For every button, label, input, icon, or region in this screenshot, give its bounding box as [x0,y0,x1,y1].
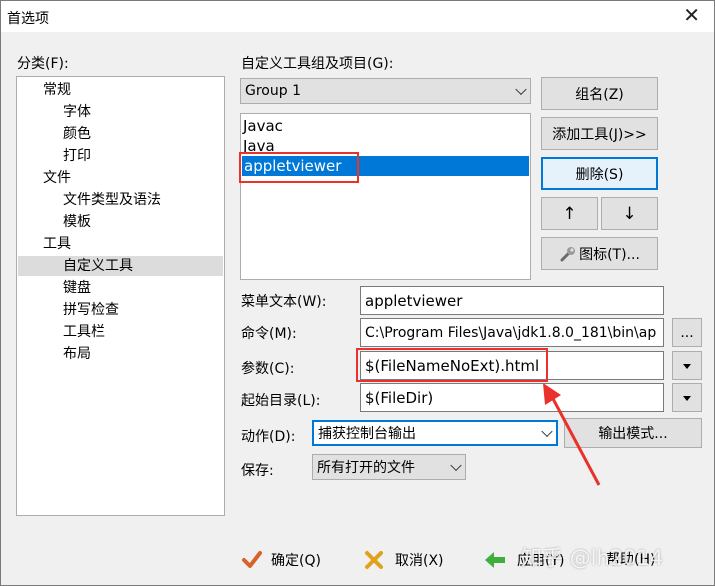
tool-list[interactable]: Javac Java appletviewer [240,113,531,280]
tree-item-templates[interactable]: 模板 [63,212,91,232]
action-select[interactable]: 捕获控制台输出 [312,420,558,446]
chevron-down-icon [515,83,527,96]
close-icon[interactable]: ✕ [683,4,700,26]
startdir-dropdown-button[interactable] [672,383,702,412]
tree-item-color[interactable]: 颜色 [63,124,91,144]
chevron-down-icon [450,459,462,472]
add-tool-button[interactable]: 添加工具(J)>> [541,117,658,150]
ok-button[interactable]: 确定(Q) [241,549,321,571]
params-label: 参数(C): [241,361,295,377]
save-label: 保存: [241,463,274,479]
icon-button[interactable]: 图标(T)... [541,237,658,270]
group-select-value: Group 1 [245,83,301,99]
arrow-left-icon [485,552,505,568]
icon-button-label: 图标(T)... [579,246,640,263]
triangle-down-icon [683,363,691,369]
cancel-button-label: 取消(X) [395,553,444,569]
tree-item-general[interactable]: 常规 [43,80,71,100]
tree-item-print[interactable]: 打印 [63,146,91,166]
annotation-box-params [356,348,548,382]
tree-item-spellcheck[interactable]: 拼写检查 [63,300,119,320]
tree-item-font[interactable]: 字体 [63,102,91,122]
checkmark-icon [242,551,262,568]
category-label: 分类(F): [17,56,69,72]
watermark: 知乎 @lh2014 [521,546,664,570]
action-select-value: 捕获控制台输出 [318,426,416,442]
params-dropdown-button[interactable] [672,351,702,380]
move-down-button[interactable]: ↓ [601,197,658,230]
annotation-arrow [543,383,601,486]
menu-text-input[interactable]: appletviewer [360,286,664,315]
tree-item-keyboard[interactable]: 键盘 [63,278,91,298]
ok-button-label: 确定(Q) [271,553,321,569]
x-icon [365,551,383,569]
window-title: 首选项 [7,11,49,27]
wrench-icon [560,246,576,261]
save-select[interactable]: 所有打开的文件 [312,454,466,480]
delete-button[interactable]: 删除(S) [541,157,658,190]
command-label: 命令(M): [241,326,297,342]
tree-item-filetypes[interactable]: 文件类型及语法 [63,190,161,210]
tree-item-file[interactable]: 文件 [43,168,71,188]
command-input[interactable]: C:\Program Files\Java\jdk1.8.0_181\bin\a… [360,318,664,347]
group-name-button[interactable]: 组名(Z) [541,77,658,110]
action-label: 动作(D): [241,429,296,445]
cancel-button[interactable]: 取消(X) [363,549,444,571]
category-tree[interactable]: 常规 字体 颜色 打印 文件 文件类型及语法 模板 工具 自定义工具 键盘 拼写… [16,76,225,516]
preferences-dialog: 首选项 ✕ 分类(F): 常规 字体 颜色 打印 文件 文件类型及语法 模板 工… [0,0,715,586]
tree-item-custom-tools[interactable]: 自定义工具 [18,256,223,276]
annotation-box-appletviewer [239,152,359,183]
tool-group-label: 自定义工具组及项目(G): [241,56,394,72]
tool-item-javac[interactable]: Javac [243,116,283,136]
startdir-label: 起始目录(L): [241,393,321,409]
tree-item-tools[interactable]: 工具 [43,234,71,254]
save-select-value: 所有打开的文件 [317,460,415,476]
group-select[interactable]: Group 1 [240,78,531,104]
tree-item-layout[interactable]: 布局 [63,344,91,364]
triangle-down-icon [683,395,691,401]
move-up-button[interactable]: ↑ [541,197,598,230]
menu-text-label: 菜单文本(W): [241,294,327,310]
browse-button[interactable]: ... [672,318,702,347]
tree-item-toolbar[interactable]: 工具栏 [63,322,105,342]
title-bar: 首选项 ✕ [1,1,714,32]
